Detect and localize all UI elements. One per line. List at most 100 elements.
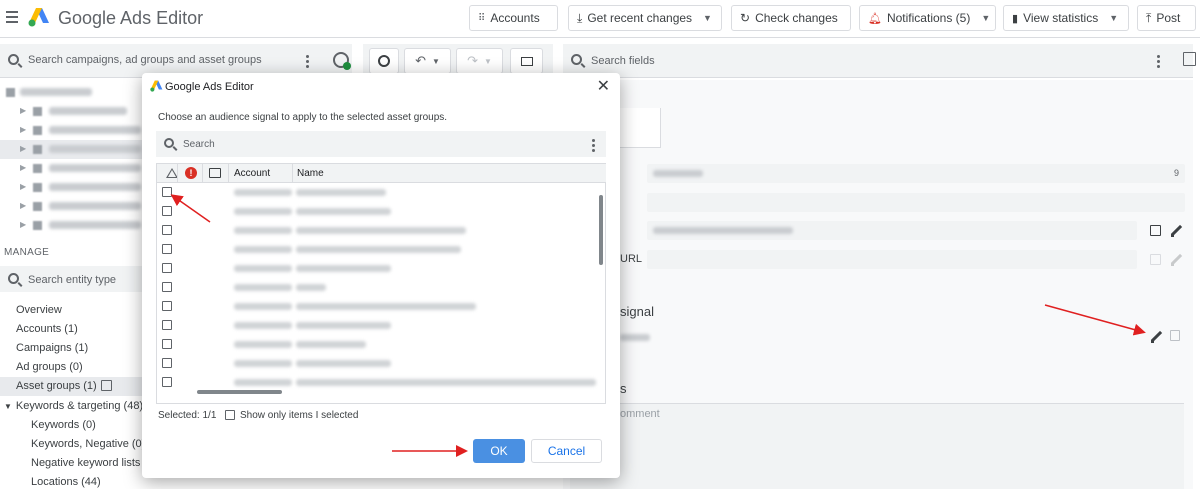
more-options-icon[interactable]	[1157, 55, 1160, 70]
redo-button[interactable]: ↷ ▼	[456, 48, 503, 74]
post-button[interactable]: ⤒ Post	[1137, 5, 1196, 31]
row-name-cell	[296, 208, 391, 215]
tree-row-campaign[interactable]: ▶	[0, 159, 150, 178]
columns-icon	[520, 56, 533, 66]
chevron-down-icon[interactable]: ▼	[703, 13, 712, 23]
row-checkbox[interactable]	[162, 358, 172, 368]
open-in-new-icon[interactable]	[100, 380, 112, 391]
search-icon	[571, 54, 582, 65]
tree-row-campaign[interactable]: ▶	[0, 197, 150, 216]
row-checkbox[interactable]	[162, 263, 172, 273]
audience-signal-dialog: Google Ads Editor ✕ Choose an audience s…	[142, 73, 620, 478]
nav-overview[interactable]: Overview	[16, 304, 62, 316]
comment-column-icon[interactable]	[209, 168, 221, 178]
close-icon[interactable]: ✕	[597, 76, 610, 96]
error-column-icon[interactable]: !	[185, 167, 197, 179]
row-checkbox[interactable]	[162, 225, 172, 235]
nav-keywords-negative[interactable]: Keywords, Negative (0)	[31, 438, 145, 450]
chevron-down-icon[interactable]: ▼	[981, 13, 990, 23]
grid-row[interactable]	[157, 297, 597, 316]
notifications-button[interactable]: 🔔︎ Notifications (5) ▼	[859, 5, 996, 31]
pencil-icon[interactable]	[1150, 331, 1162, 343]
nav-negative-keyword-lists[interactable]: Negative keyword lists (0)	[31, 457, 157, 469]
row-name-cell	[296, 284, 326, 291]
vertical-scrollbar[interactable]	[597, 183, 606, 404]
view-statistics-button[interactable]: ▮ View statistics ▼	[1003, 5, 1129, 31]
download-icon: ⤓	[577, 10, 583, 25]
tree-row-campaign[interactable]: ▶	[0, 102, 150, 121]
filter-button[interactable]	[369, 48, 399, 74]
nav-asset-groups[interactable]: Asset groups (1)	[0, 377, 145, 396]
row-checkbox[interactable]	[162, 320, 172, 330]
chevron-down-icon[interactable]: ▼	[1109, 13, 1118, 23]
grid-header: ! Account Name	[157, 164, 606, 183]
open-in-new-icon[interactable]	[1150, 225, 1161, 236]
entity-type-search[interactable]: Search entity type	[0, 266, 145, 292]
nav-accounts[interactable]: Accounts (1)	[16, 323, 78, 335]
text-field[interactable]	[647, 193, 1185, 212]
chevron-down-icon[interactable]: ▼	[484, 57, 492, 66]
final-url-field[interactable]	[647, 221, 1137, 240]
fields-search[interactable]: Search fields	[563, 44, 1193, 78]
checkbox[interactable]	[225, 410, 235, 420]
row-checkbox[interactable]	[162, 377, 172, 387]
show-only-selected-checkbox[interactable]: Show only items I selected	[225, 410, 358, 421]
cancel-button[interactable]: Cancel	[531, 439, 602, 463]
expand-icon[interactable]: ▶	[20, 106, 26, 115]
grid-row[interactable]	[157, 259, 597, 278]
display-url-field[interactable]	[647, 250, 1137, 269]
row-checkbox[interactable]	[162, 339, 172, 349]
grid-row[interactable]	[157, 202, 597, 221]
tree-row-campaign[interactable]: ▶	[0, 178, 150, 197]
row-checkbox[interactable]	[162, 206, 172, 216]
grid-row[interactable]	[157, 240, 597, 259]
row-name-cell	[296, 189, 386, 196]
grid-row[interactable]	[157, 278, 597, 297]
collapse-panel-icon[interactable]	[1183, 52, 1196, 66]
comment-field[interactable]: omment	[570, 403, 1184, 489]
sync-status-icon[interactable]	[333, 52, 351, 70]
grid-row[interactable]	[157, 354, 597, 373]
columns-button[interactable]	[510, 48, 543, 74]
undo-button[interactable]: ↶ ▼	[404, 48, 451, 74]
grid-row[interactable]	[157, 183, 597, 202]
accounts-button[interactable]: ⠿ Accounts	[469, 5, 558, 31]
more-options-icon[interactable]	[592, 139, 595, 154]
google-ads-logo	[150, 80, 163, 92]
tree-row-account[interactable]	[0, 83, 150, 102]
row-name-cell	[296, 360, 391, 367]
pencil-icon[interactable]	[1170, 225, 1182, 237]
grid-row[interactable]	[157, 335, 597, 354]
delete-icon[interactable]	[1170, 330, 1180, 341]
row-checkbox[interactable]	[162, 301, 172, 311]
more-options-icon[interactable]	[306, 55, 309, 70]
ok-button[interactable]: OK	[473, 439, 525, 463]
grid-row[interactable]	[157, 316, 597, 335]
tree-row-campaign[interactable]: ▶	[0, 216, 150, 235]
row-checkbox[interactable]	[162, 244, 172, 254]
nav-keywords[interactable]: Keywords (0)	[31, 419, 96, 431]
nav-locations[interactable]: Locations (44)	[31, 476, 101, 488]
grid-row[interactable]	[157, 221, 597, 240]
nav-keywords-targeting[interactable]: ▼ Keywords & targeting (48)	[4, 400, 143, 412]
manage-header: MANAGE	[4, 247, 50, 258]
collapse-caret-icon[interactable]: ▼	[4, 402, 12, 411]
row-account-cell	[234, 227, 292, 234]
row-checkbox[interactable]	[162, 187, 172, 197]
top-bar: Google Ads Editor ⠿ Accounts ⤓ Get recen…	[0, 0, 1200, 38]
chevron-down-icon[interactable]: ▼	[432, 57, 440, 66]
row-checkbox[interactable]	[162, 282, 172, 292]
get-recent-changes-button[interactable]: ⤓ Get recent changes ▼	[568, 5, 722, 31]
nav-campaigns[interactable]: Campaigns (1)	[16, 342, 88, 354]
horizontal-scrollbar[interactable]	[197, 390, 282, 394]
dialog-search-input[interactable]: Search	[156, 131, 606, 157]
column-header-account[interactable]: Account	[234, 168, 270, 179]
row-account-cell	[234, 322, 292, 329]
tree-row-campaign-selected[interactable]: ▶	[0, 140, 142, 159]
headline-field[interactable]: 9	[647, 164, 1185, 183]
menu-icon[interactable]	[6, 11, 18, 23]
column-header-name[interactable]: Name	[297, 168, 324, 179]
check-changes-button[interactable]: ↻ Check changes	[731, 5, 851, 31]
nav-ad-groups[interactable]: Ad groups (0)	[16, 361, 83, 373]
tree-row-campaign[interactable]: ▶	[0, 121, 150, 140]
